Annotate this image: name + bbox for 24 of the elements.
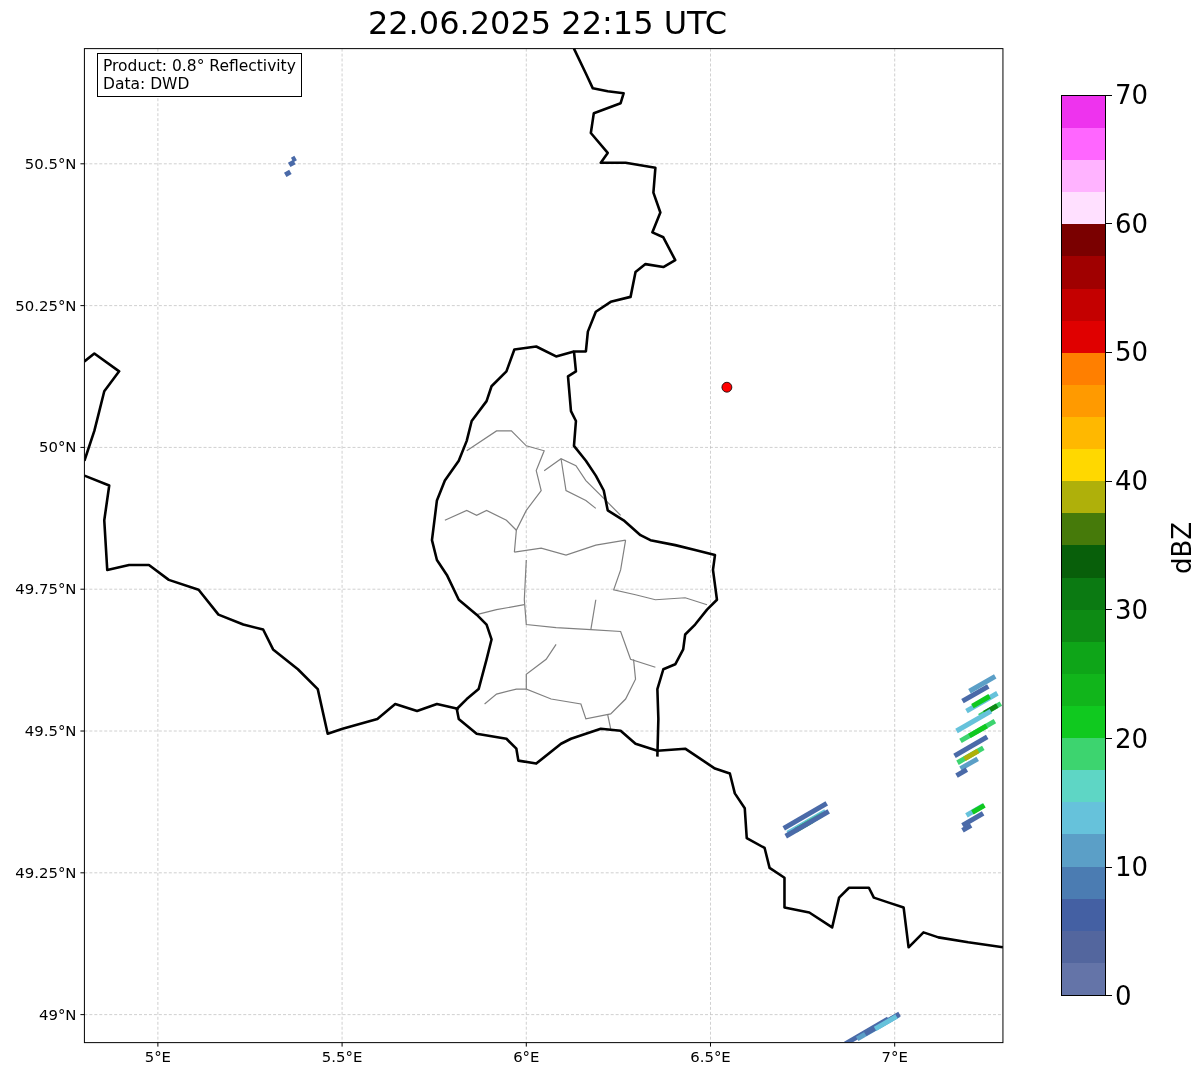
colorbar-tick-label: 40: [1114, 467, 1148, 496]
longitude-label: 6.5°E: [690, 1048, 731, 1067]
colorbar-tick-label: 50: [1114, 338, 1148, 367]
longitude-label: 6°E: [513, 1048, 540, 1067]
colorbar-tick-label: 60: [1114, 209, 1148, 238]
chart-title: 22.06.2025 22:15 UTC: [367, 3, 728, 42]
latitude-label: 50.5°N: [24, 154, 77, 173]
colorbar-tick-label: 30: [1114, 595, 1148, 624]
longitude-label: 5.5°E: [321, 1048, 363, 1067]
longitude-label: 7°E: [881, 1048, 908, 1067]
latitude-label: 49.5°N: [24, 722, 77, 740]
colorbar-tick-label: 20: [1114, 724, 1148, 753]
longitude-label: 5°E: [144, 1048, 172, 1067]
colorbar-tick-label: 70: [1114, 81, 1148, 109]
latitude-label: 49°N: [38, 1005, 77, 1024]
colorbar-label: dBZ: [1167, 521, 1197, 574]
colorbar-tick-label: 0: [1114, 981, 1132, 1010]
colorbar-tick-label: 10: [1114, 853, 1148, 882]
latitude-label: 50°N: [38, 438, 77, 457]
latitude-label: 49.25°N: [15, 863, 77, 882]
latitude-label: 49.75°N: [15, 580, 77, 599]
info-text: Product: 0.8° Reflectivity: [103, 57, 296, 75]
info-text: Data: DWD: [103, 75, 191, 93]
latitude-label: 50.25°N: [15, 296, 77, 315]
